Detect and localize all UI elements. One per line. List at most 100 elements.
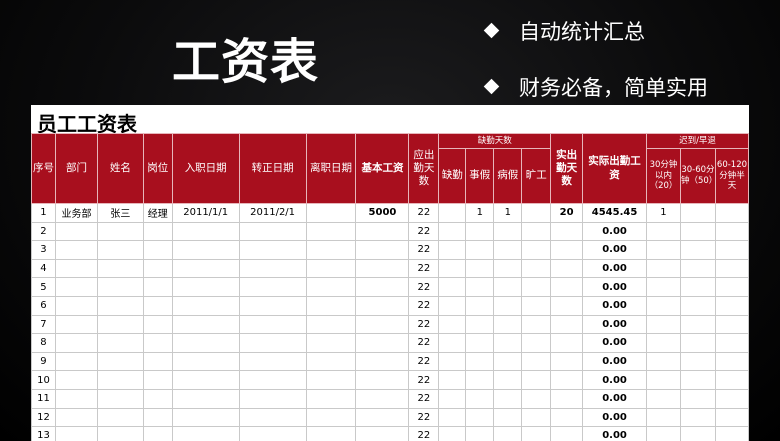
cell-actual-days[interactable]: [550, 426, 584, 441]
cell-late60[interactable]: [679, 426, 716, 441]
cell-sick[interactable]: [493, 426, 523, 441]
cell-late120[interactable]: [714, 203, 749, 223]
cell-regular-date[interactable]: [238, 351, 307, 372]
cell-required-days[interactable]: 22: [408, 370, 440, 390]
cell-leave-date[interactable]: [305, 333, 357, 353]
cell-late30[interactable]: [646, 388, 681, 409]
cell-truant[interactable]: [521, 295, 552, 316]
cell-late120[interactable]: [714, 240, 749, 260]
cell-seq[interactable]: 7: [31, 314, 56, 335]
cell-required-days[interactable]: 22: [408, 333, 440, 353]
cell-name[interactable]: [96, 370, 144, 390]
cell-required-days[interactable]: 22: [408, 426, 440, 441]
cell-personal[interactable]: [465, 314, 495, 335]
cell-personal[interactable]: [465, 295, 495, 316]
cell-required-days[interactable]: 22: [408, 388, 440, 409]
cell-late60[interactable]: [679, 388, 716, 409]
cell-personal[interactable]: [465, 388, 495, 409]
cell-name[interactable]: [96, 388, 144, 409]
cell-actual-pay[interactable]: 0.00: [582, 314, 647, 335]
cell-base-salary[interactable]: [355, 240, 410, 260]
cell-absent[interactable]: [438, 240, 467, 260]
cell-position[interactable]: [142, 221, 173, 242]
cell-position[interactable]: [142, 370, 173, 390]
cell-name[interactable]: [96, 221, 144, 242]
cell-sick[interactable]: [493, 370, 523, 390]
cell-required-days[interactable]: 22: [408, 407, 440, 428]
cell-seq[interactable]: 2: [31, 221, 56, 242]
cell-required-days[interactable]: 22: [408, 221, 440, 242]
cell-position[interactable]: [142, 295, 173, 316]
cell-late120[interactable]: [714, 333, 749, 353]
cell-late30[interactable]: [646, 295, 681, 316]
cell-late120[interactable]: [714, 351, 749, 372]
cell-late60[interactable]: [679, 351, 716, 372]
cell-hire-date[interactable]: [171, 221, 240, 242]
cell-sick[interactable]: 1: [493, 203, 523, 223]
cell-sick[interactable]: [493, 333, 523, 353]
cell-hire-date[interactable]: 2011/1/1: [171, 203, 240, 223]
cell-truant[interactable]: [521, 258, 552, 279]
cell-leave-date[interactable]: [305, 258, 357, 279]
cell-regular-date[interactable]: [238, 426, 307, 441]
cell-truant[interactable]: [521, 407, 552, 428]
cell-seq[interactable]: 10: [31, 370, 56, 390]
cell-actual-days[interactable]: [550, 388, 584, 409]
cell-base-salary[interactable]: [355, 258, 410, 279]
cell-regular-date[interactable]: [238, 333, 307, 353]
cell-late60[interactable]: [679, 203, 716, 223]
cell-leave-date[interactable]: [305, 407, 357, 428]
cell-late120[interactable]: [714, 407, 749, 428]
cell-position[interactable]: [142, 240, 173, 260]
cell-actual-days[interactable]: [550, 407, 584, 428]
cell-late30[interactable]: [646, 426, 681, 441]
cell-leave-date[interactable]: [305, 388, 357, 409]
cell-name[interactable]: [96, 333, 144, 353]
cell-truant[interactable]: [521, 351, 552, 372]
cell-absent[interactable]: [438, 407, 467, 428]
cell-actual-pay[interactable]: 0.00: [582, 258, 647, 279]
cell-name[interactable]: [96, 314, 144, 335]
cell-late30[interactable]: [646, 370, 681, 390]
cell-seq[interactable]: 13: [31, 426, 56, 441]
cell-hire-date[interactable]: [171, 351, 240, 372]
cell-late120[interactable]: [714, 426, 749, 441]
cell-dept[interactable]: [54, 221, 98, 242]
cell-hire-date[interactable]: [171, 277, 240, 297]
cell-personal[interactable]: [465, 277, 495, 297]
cell-seq[interactable]: 9: [31, 351, 56, 372]
cell-absent[interactable]: [438, 295, 467, 316]
cell-required-days[interactable]: 22: [408, 203, 440, 223]
cell-truant[interactable]: [521, 203, 552, 223]
cell-dept[interactable]: [54, 407, 98, 428]
cell-base-salary[interactable]: [355, 370, 410, 390]
cell-position[interactable]: [142, 333, 173, 353]
cell-absent[interactable]: [438, 277, 467, 297]
cell-position[interactable]: [142, 388, 173, 409]
cell-hire-date[interactable]: [171, 314, 240, 335]
cell-required-days[interactable]: 22: [408, 351, 440, 372]
cell-actual-pay[interactable]: 0.00: [582, 388, 647, 409]
cell-leave-date[interactable]: [305, 203, 357, 223]
cell-dept[interactable]: [54, 314, 98, 335]
cell-absent[interactable]: [438, 370, 467, 390]
cell-hire-date[interactable]: [171, 240, 240, 260]
cell-actual-pay[interactable]: 0.00: [582, 240, 647, 260]
cell-dept[interactable]: [54, 426, 98, 441]
cell-personal[interactable]: [465, 407, 495, 428]
cell-name[interactable]: [96, 295, 144, 316]
cell-actual-days[interactable]: 20: [550, 203, 584, 223]
cell-personal[interactable]: 1: [465, 203, 495, 223]
cell-actual-days[interactable]: [550, 221, 584, 242]
cell-truant[interactable]: [521, 240, 552, 260]
cell-required-days[interactable]: 22: [408, 258, 440, 279]
cell-leave-date[interactable]: [305, 277, 357, 297]
cell-regular-date[interactable]: [238, 295, 307, 316]
cell-late120[interactable]: [714, 258, 749, 279]
cell-late120[interactable]: [714, 221, 749, 242]
cell-dept[interactable]: [54, 370, 98, 390]
cell-seq[interactable]: 6: [31, 295, 56, 316]
cell-leave-date[interactable]: [305, 295, 357, 316]
cell-seq[interactable]: 11: [31, 388, 56, 409]
cell-absent[interactable]: [438, 203, 467, 223]
